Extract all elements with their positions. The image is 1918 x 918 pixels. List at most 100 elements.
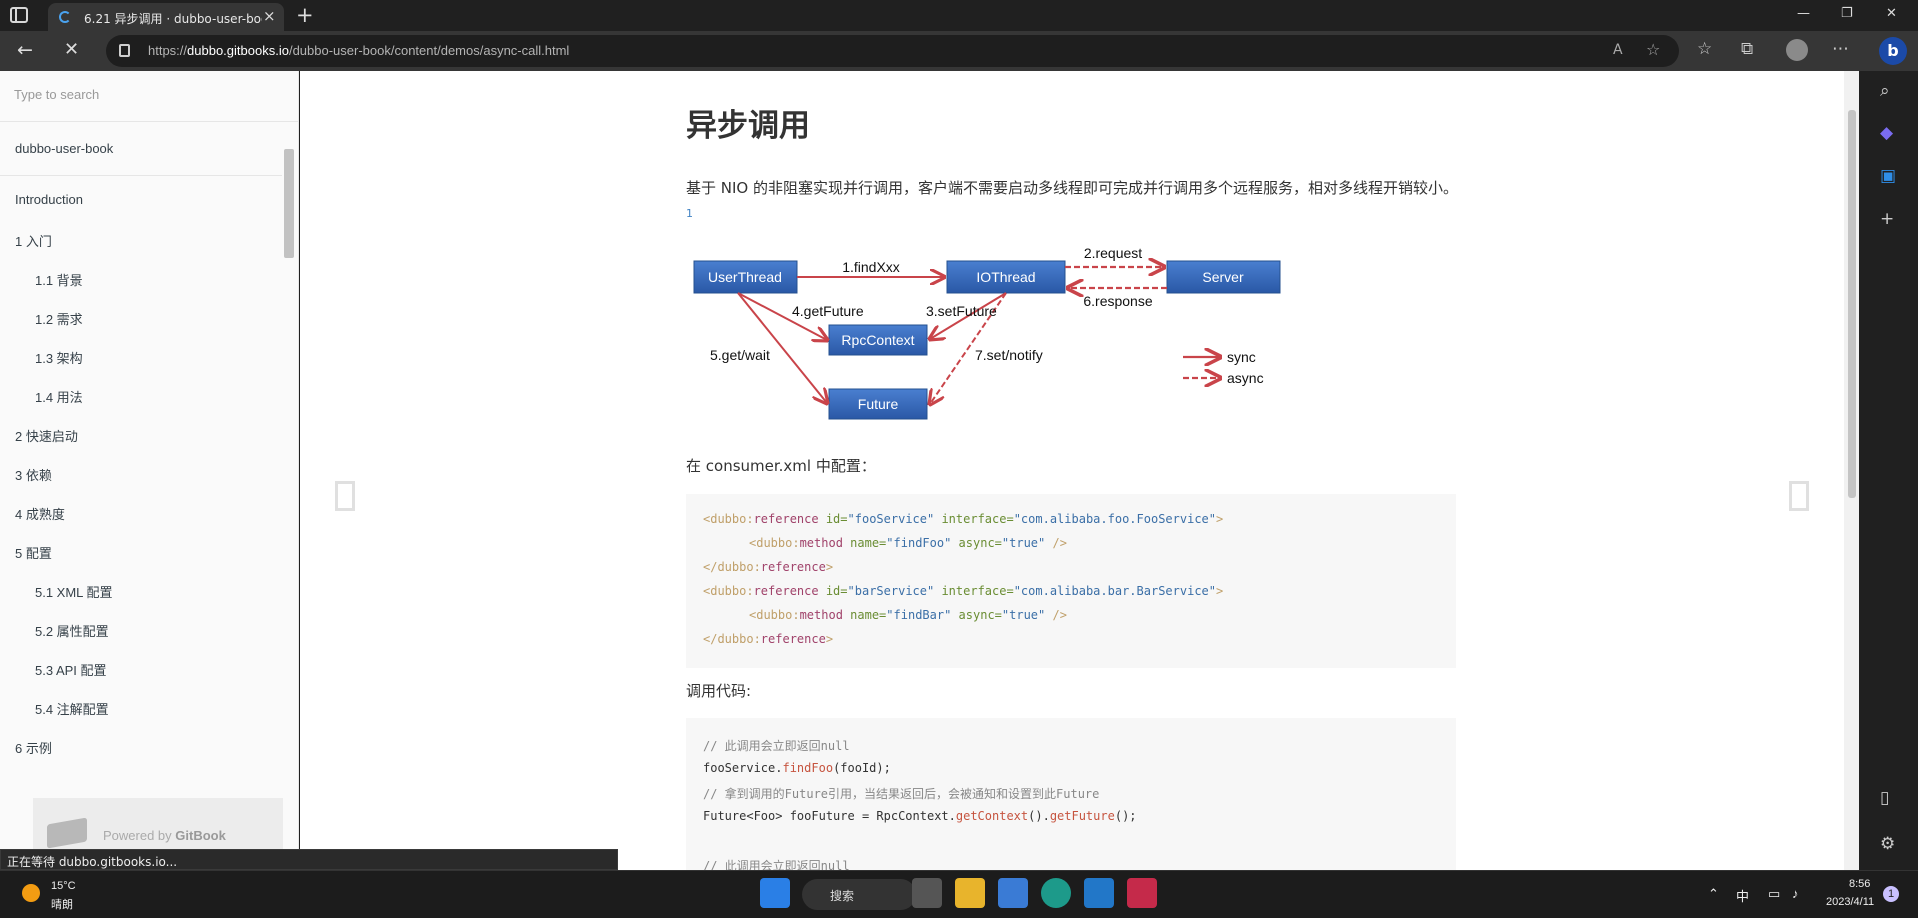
address-bar[interactable]: https://dubbo.gitbooks.io/dubbo-user-boo… <box>106 35 1679 67</box>
code-line: <dubbo:method name="findFoo" async="true… <box>749 536 1067 550</box>
settings-icon[interactable]: ⚙ <box>1880 834 1895 854</box>
clock-date[interactable]: 2023/4/11 <box>1826 896 1874 908</box>
config-heading: 在 consumer.xml 中配置： <box>686 457 876 475</box>
start-icon[interactable] <box>760 878 790 908</box>
nav-annotation-config[interactable]: 5.4 注解配置 <box>35 699 109 718</box>
sidebar-toggle-icon[interactable]: ▯ <box>1880 788 1889 808</box>
close-tab-icon[interactable]: × <box>263 7 276 25</box>
async-call-diagram: UserThread IOThread Server RpcContext Fu… <box>693 245 1281 420</box>
status-bubble: 正在等待 dubbo.gitbooks.io... <box>0 849 618 870</box>
search-icon[interactable]: ⌕ <box>1880 81 1890 101</box>
network-icon[interactable]: ▭ <box>1768 886 1780 902</box>
setnotify-label: 7.set/notify <box>975 347 1043 363</box>
ime-indicator[interactable]: 中 <box>1736 886 1749 905</box>
add-icon[interactable]: + <box>1880 209 1894 229</box>
sidebar-scroll-thumb[interactable] <box>284 149 294 258</box>
favorite-add-icon[interactable]: ☆ <box>1646 40 1660 59</box>
nav-background[interactable]: 1.1 背景 <box>35 270 83 289</box>
nav-usage[interactable]: 1.4 用法 <box>35 387 83 406</box>
volume-icon[interactable]: ♪ <box>1792 886 1799 901</box>
minimize-icon[interactable]: — <box>1797 6 1810 21</box>
screen: 6.21 异步调用 · dubbo-user-book × + — ❐ ✕ ← … <box>0 0 1918 918</box>
code-line: fooService.findFoo(fooId); <box>703 761 891 775</box>
lock-icon[interactable] <box>119 44 130 57</box>
xml-code-block: <dubbo:reference id="fooService" interfa… <box>686 494 1456 668</box>
intellij-icon[interactable] <box>1127 878 1157 908</box>
nav-properties-config[interactable]: 5.2 属性配置 <box>35 621 109 640</box>
nav-configuration[interactable]: 5 配置 <box>15 543 52 562</box>
read-aloud-icon[interactable]: A <box>1613 42 1623 58</box>
gitbook-logo-icon <box>47 817 87 849</box>
rpccontext-label: RpcContext <box>841 332 914 348</box>
code-line: </dubbo:reference> <box>703 560 834 574</box>
vscode-icon[interactable] <box>1084 878 1114 908</box>
request-label: 2.request <box>1084 245 1142 261</box>
loading-spinner-icon <box>59 11 71 23</box>
next-page-icon[interactable] <box>1789 481 1809 511</box>
server-label: Server <box>1202 269 1244 285</box>
nav-architecture[interactable]: 1.3 架构 <box>35 348 83 367</box>
getwait-label: 5.get/wait <box>710 347 770 363</box>
restore-icon[interactable]: ❐ <box>1841 6 1853 21</box>
legend-async-label: async <box>1227 370 1264 386</box>
file-explorer-icon[interactable] <box>955 878 985 908</box>
collections-icon[interactable]: ⧉ <box>1741 39 1753 59</box>
iothread-label: IOThread <box>976 269 1035 285</box>
new-tab-icon[interactable]: + <box>296 3 314 27</box>
taskbar-search[interactable]: 搜索 <box>802 879 916 910</box>
weather-icon[interactable] <box>22 884 40 902</box>
shopping-icon[interactable]: ◆ <box>1880 123 1893 143</box>
nav-dependencies[interactable]: 3 依赖 <box>15 465 52 484</box>
code-heading: 调用代码: <box>686 682 752 700</box>
stop-icon[interactable]: ✕ <box>64 39 79 60</box>
code-line: <dubbo:reference id="fooService" interfa… <box>703 512 1224 526</box>
nav-examples[interactable]: 6 示例 <box>15 738 52 757</box>
book-title-link[interactable]: dubbo-user-book <box>15 141 113 156</box>
store-icon[interactable] <box>998 878 1028 908</box>
footnote-link[interactable]: 1 <box>686 207 693 220</box>
code-line: <dubbo:method name="findBar" async="true… <box>749 608 1067 622</box>
getfuture-label: 4.getFuture <box>792 303 864 319</box>
window-close-icon[interactable]: ✕ <box>1886 6 1897 21</box>
more-icon[interactable]: ⋯ <box>1832 39 1849 59</box>
tab-actions-icon[interactable] <box>10 7 28 23</box>
page-scroll-thumb[interactable] <box>1848 110 1856 498</box>
nav-introduction[interactable]: Introduction <box>15 192 83 207</box>
tab-title: 6.21 异步调用 · dubbo-user-book <box>84 12 262 26</box>
notification-badge[interactable]: 1 <box>1883 886 1899 902</box>
userthread-label: UserThread <box>708 269 782 285</box>
profile-avatar[interactable] <box>1786 39 1808 61</box>
clock-time[interactable]: 8:56 <box>1849 878 1870 890</box>
powered-by-text: Powered by GitBook <box>103 828 226 843</box>
legend-sync-label: sync <box>1227 349 1256 365</box>
outlook-icon[interactable]: ▣ <box>1880 166 1896 186</box>
nav-maturity[interactable]: 4 成熟度 <box>15 504 65 523</box>
intro-paragraph: 基于 NIO 的非阻塞实现并行调用，客户端不需要启动多线程即可完成并行调用多个远… <box>686 179 1458 220</box>
prev-page-icon[interactable] <box>335 481 355 511</box>
weather-desc[interactable]: 晴朗 <box>51 896 73 912</box>
code-comment: // 此调用会立即返回null <box>703 739 850 753</box>
setfuture-label: 3.setFuture <box>926 303 997 319</box>
java-code-block: // 此调用会立即返回null fooService.findFoo(fooId… <box>686 718 1456 873</box>
weather-temp[interactable]: 15°C <box>51 880 76 892</box>
nav-quick-start[interactable]: 2 快速启动 <box>15 426 78 445</box>
bing-chat-icon[interactable]: b <box>1879 37 1907 65</box>
nav-xml-config[interactable]: 5.1 XML 配置 <box>35 582 113 601</box>
tab-bar: 6.21 异步调用 · dubbo-user-book × + — ❐ ✕ <box>0 0 1918 31</box>
code-line: <dubbo:reference id="barService" interfa… <box>703 584 1224 598</box>
favorites-icon[interactable]: ☆ <box>1697 39 1712 59</box>
task-view-icon[interactable] <box>912 878 942 908</box>
url-text[interactable]: https://dubbo.gitbooks.io/dubbo-user-boo… <box>148 43 569 58</box>
nav-api-config[interactable]: 5.3 API 配置 <box>35 660 107 679</box>
tray-overflow-icon[interactable]: ⌃ <box>1708 886 1719 902</box>
nav-getting-started[interactable]: 1 入门 <box>15 231 52 250</box>
findxxx-label: 1.findXxx <box>842 259 900 275</box>
edge-icon[interactable] <box>1041 878 1071 908</box>
page-title: 异步调用 <box>686 108 810 144</box>
search-input[interactable]: Type to search <box>0 71 298 122</box>
future-label: Future <box>858 396 899 412</box>
nav-requirements[interactable]: 1.2 需求 <box>35 309 83 328</box>
edge-sidebar: ⌕ ◆ ▣ + ▯ ⚙ <box>1859 71 1918 870</box>
back-icon[interactable]: ← <box>17 39 33 61</box>
active-tab[interactable]: 6.21 异步调用 · dubbo-user-book × <box>48 3 284 31</box>
